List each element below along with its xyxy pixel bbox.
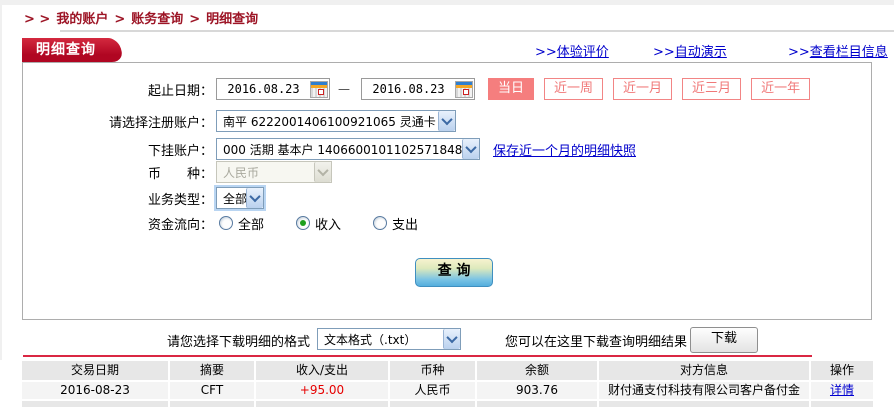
link-prefix: >> (653, 45, 675, 60)
cell-date: 2016-08-23 (22, 382, 168, 399)
table-row: 2016-08-23 CFT +95.00 人民币 903.76 财付通支付科技… (22, 382, 873, 399)
register-account-label: 请选择注册账户： (108, 115, 213, 131)
date-range-label: 起止日期： (147, 83, 213, 99)
download-format-select[interactable]: 文本格式（.txt） (317, 328, 461, 350)
download-hint-text: 您可以在这里下载查询明细结果 (505, 335, 688, 350)
register-account-row: 请选择注册账户： 南平 6222001406100921065 灵通卡 (31, 109, 456, 133)
fund-flow-option-expense[interactable]: 支出 (373, 214, 418, 233)
currency-select: 人民币 (216, 161, 332, 183)
table-top-divider (23, 355, 812, 357)
col-header-currency: 币种 (390, 361, 475, 380)
date-range-row: 起止日期： 2016.08.23 — 2016.08.23 当日 近一周 近一月… (31, 77, 811, 101)
cell-summary: CFT (170, 382, 254, 399)
chevron-down-icon[interactable] (246, 188, 263, 208)
cell-counterparty: 财付通支付科技有限公司客户备付金 (599, 382, 809, 399)
link-prefix: >> (788, 45, 810, 60)
col-header-balance: 余额 (477, 361, 597, 380)
breadcrumb-detail-query[interactable]: 明细查询 (206, 12, 258, 27)
download-button[interactable]: 下载 (690, 327, 758, 353)
col-header-summary: 摘要 (170, 361, 254, 380)
breadcrumb-account-query[interactable]: 账务查询 (131, 12, 183, 27)
quick-range-week-button[interactable]: 近一周 (544, 78, 604, 100)
header-divider (60, 30, 894, 32)
quick-range-year-button[interactable]: 近一年 (751, 78, 811, 100)
quick-range-today-button[interactable]: 当日 (488, 78, 535, 100)
chevron-down-icon (314, 162, 331, 182)
fund-flow-label: 资金流向： (147, 217, 213, 233)
cell-amount: +95.00 (256, 382, 388, 399)
cell-action: 详情 (811, 382, 873, 399)
sub-account-select[interactable]: 000 活期 基本户 1406600101102571848 (216, 138, 480, 160)
link-prefix: >> (535, 45, 557, 60)
business-type-label: 业务类型： (147, 192, 213, 208)
chevron-down-icon[interactable] (462, 139, 479, 159)
fund-flow-row: 资金流向： 全部 收入 支出 (31, 211, 444, 235)
currency-row: 币 种： 人民币 (31, 160, 332, 184)
business-type-select[interactable]: 全部 (216, 187, 264, 209)
start-date-input[interactable]: 2016.08.23 (216, 78, 330, 100)
radio-icon[interactable] (219, 216, 233, 230)
register-account-select[interactable]: 南平 6222001406100921065 灵通卡 (216, 110, 456, 132)
tab-detail-query: 明细查询 (22, 38, 104, 62)
breadcrumb-prefix: > > (24, 12, 51, 27)
business-type-row: 业务类型： 全部 (31, 186, 264, 210)
breadcrumb: > > 我的账户 > 账务查询 > 明细查询 (24, 8, 258, 27)
top-edge-strip (0, 0, 894, 5)
experience-feedback-link[interactable]: >>体验评价 (535, 41, 609, 60)
quick-range-quarter-button[interactable]: 近三月 (682, 78, 742, 100)
chevron-down-icon[interactable] (443, 329, 460, 349)
chevron-down-icon[interactable] (438, 111, 455, 131)
sub-account-label: 下挂账户： (147, 143, 213, 159)
calendar-icon[interactable] (455, 80, 473, 98)
col-header-action: 操作 (811, 361, 873, 380)
detail-link[interactable]: 详情 (830, 383, 854, 397)
table-header-row: 交易日期 摘要 收入/支出 币种 余额 对方信息 操作 (22, 361, 873, 380)
col-header-amount: 收入/支出 (256, 361, 388, 380)
date-range-dash: — (338, 82, 350, 96)
col-header-date: 交易日期 (22, 361, 168, 380)
fund-flow-option-income[interactable]: 收入 (296, 214, 341, 233)
end-date-input[interactable]: 2016.08.23 (361, 78, 475, 100)
fund-flow-option-all[interactable]: 全部 (219, 214, 264, 233)
download-format-label: 请您选择下载明细的格式 (166, 335, 310, 350)
query-button[interactable]: 查 询 (415, 258, 493, 287)
calendar-icon[interactable] (310, 80, 328, 98)
query-form-panel: 起止日期： 2016.08.23 — 2016.08.23 当日 近一周 近一月… (22, 62, 872, 320)
breadcrumb-separator: > (189, 12, 201, 27)
cell-balance: 903.76 (477, 382, 597, 399)
save-monthly-snapshot-link[interactable]: 保存近一个月的明细快照 (493, 140, 636, 159)
col-header-counterparty: 对方信息 (599, 361, 809, 380)
currency-label: 币 种： (147, 166, 213, 182)
radio-icon[interactable] (373, 216, 388, 230)
sub-account-row: 下挂账户： 000 活期 基本户 1406600101102571848 保存近… (31, 137, 636, 161)
breadcrumb-separator: > (114, 12, 126, 27)
left-edge-strip (0, 0, 2, 360)
auto-demo-link[interactable]: >>自动演示 (653, 41, 727, 60)
cell-currency: 人民币 (390, 382, 475, 399)
radio-checked-icon[interactable] (296, 216, 311, 230)
quick-range-month-button[interactable]: 近一月 (613, 78, 673, 100)
breadcrumb-my-account[interactable]: 我的账户 (56, 12, 108, 27)
view-column-info-link[interactable]: >>查看栏目信息 (788, 41, 888, 60)
